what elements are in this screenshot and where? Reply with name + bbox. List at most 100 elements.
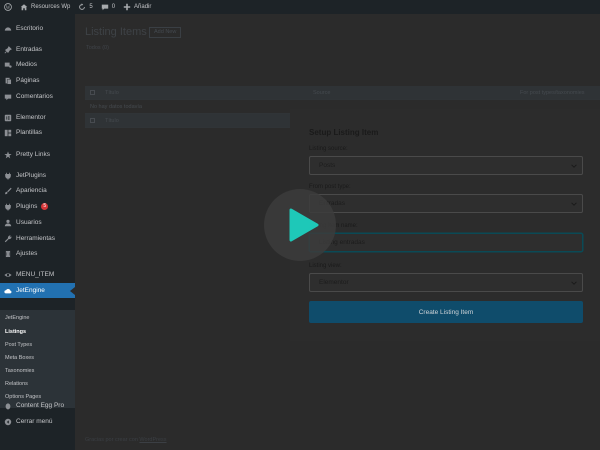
menu-item-entradas[interactable]: Entradas: [0, 42, 75, 57]
pin-icon: [4, 45, 12, 54]
menu-item-usuarios[interactable]: Usuarios: [0, 215, 75, 230]
listing-view-value: Elementor: [319, 279, 349, 286]
comment-icon: [4, 93, 12, 101]
menu-label: Herramientas: [16, 235, 56, 242]
brush-icon: [4, 187, 12, 195]
menu-label: JetPlugins: [16, 172, 46, 179]
egg-icon: [4, 402, 12, 410]
menu-label: Apariencia: [16, 187, 47, 194]
pages-icon: [4, 77, 12, 85]
new-content-link[interactable]: Añadir: [123, 3, 151, 11]
site-name-link[interactable]: Resources Wp: [20, 3, 70, 11]
create-listing-item-button[interactable]: Create Listing Item: [309, 301, 583, 323]
menu-item-herramientas[interactable]: Herramientas: [0, 231, 75, 246]
admin-footer: Gracias por crear con WordPress: [85, 437, 167, 443]
jetengine-submenu: JetEngine Listings Post Types Meta Boxes…: [0, 310, 75, 408]
column-source: Source: [313, 89, 331, 96]
submenu-item-listings[interactable]: Listings: [5, 329, 26, 335]
submenu-item-meta-boxes[interactable]: Meta Boxes: [5, 355, 34, 361]
submenu-item-taxonomies[interactable]: Taxonomies: [5, 368, 34, 374]
chevron-down-icon: [571, 281, 577, 285]
plug-icon: [4, 172, 12, 180]
wordpress-icon: W: [4, 3, 12, 11]
menu-item-jetengine[interactable]: JetEngine: [0, 283, 75, 298]
menu-item-pretty-links[interactable]: Pretty Links: [0, 147, 75, 162]
menu-item-comentarios[interactable]: Comentarios: [0, 89, 75, 104]
chevron-down-icon: [571, 164, 577, 168]
menu-item-escritorio[interactable]: Escritorio: [0, 21, 75, 36]
menu-item-apariencia[interactable]: Apariencia: [0, 183, 75, 198]
menu-label: JetEngine: [16, 287, 45, 294]
submenu-item-relations[interactable]: Relations: [5, 381, 28, 387]
menu-item-medios[interactable]: Medios: [0, 57, 75, 72]
wordpress-logo[interactable]: W: [4, 3, 12, 11]
menu-item-content-egg-pro[interactable]: Content Egg Pro: [0, 398, 75, 413]
wordpress-link[interactable]: WordPress: [139, 437, 166, 443]
collapse-menu-button[interactable]: Cerrar menú: [0, 414, 75, 429]
menu-label: Usuarios: [16, 219, 42, 226]
post-type-label: From post type:: [309, 184, 351, 190]
column-title-footer[interactable]: Título: [105, 118, 119, 124]
comments-count: 0: [111, 4, 116, 10]
home-icon: [20, 4, 28, 11]
menu-label: Medios: [16, 61, 37, 68]
column-context: For post types/taxonomies: [520, 89, 585, 96]
post-type-select[interactable]: Entradas: [309, 194, 583, 213]
settings-icon: [4, 250, 12, 258]
page-title: Listing Items: [85, 26, 147, 38]
menu-label: MENU_ITEM: [16, 271, 55, 278]
star-icon: [4, 150, 12, 159]
listing-name-input[interactable]: Listing entradas: [309, 233, 583, 252]
filter-all-link[interactable]: Todos (0): [86, 45, 109, 51]
menu-label: Content Egg Pro: [16, 402, 65, 409]
svg-text:W: W: [6, 6, 11, 11]
menu-item-menu-item[interactable]: MENU_ITEM: [0, 267, 75, 282]
plus-icon: [123, 3, 131, 11]
table-header-row: Título Source For post types/taxonomies: [85, 86, 600, 100]
menu-label: Plantillas: [16, 129, 43, 136]
new-label: Añadir: [134, 4, 152, 10]
menu-label: Entradas: [16, 46, 43, 53]
listing-view-label: Listing view:: [309, 263, 342, 269]
menu-item-paginas[interactable]: Páginas: [0, 73, 75, 88]
menu-label: Plugins: [16, 203, 38, 210]
menu-item-ajustes[interactable]: Ajustes: [0, 246, 75, 261]
admin-bar: W Resources Wp 5 0 Añadir: [0, 0, 600, 14]
wrench-icon: [4, 235, 12, 243]
updates-count: 5: [89, 4, 93, 10]
modal-title: Setup Listing Item: [309, 128, 379, 137]
listing-view-select[interactable]: Elementor: [309, 273, 583, 292]
column-title[interactable]: Título: [105, 90, 119, 96]
footer-text: Gracias por crear con: [85, 437, 140, 443]
add-new-button[interactable]: Add New: [149, 27, 182, 38]
menu-item-plantillas[interactable]: Plantillas: [0, 125, 75, 140]
submenu-item-jetengine[interactable]: JetEngine: [5, 315, 29, 321]
comment-bubble-icon: [101, 4, 108, 11]
menu-label: Elementor: [16, 114, 46, 121]
listing-source-select[interactable]: Posts: [309, 156, 583, 175]
templates-icon: [4, 129, 12, 137]
video-play-button[interactable]: [264, 189, 336, 261]
updates-link[interactable]: 5: [78, 3, 93, 11]
plugins-update-badge: 5: [41, 203, 49, 210]
select-all-checkbox-footer[interactable]: [90, 118, 95, 123]
menu-item-plugins[interactable]: Plugins 5: [0, 199, 75, 214]
select-all-checkbox[interactable]: [90, 90, 95, 95]
dashboard-icon: [4, 25, 12, 33]
play-icon: [289, 208, 319, 242]
user-icon: [4, 219, 12, 227]
comments-link[interactable]: 0: [101, 3, 115, 11]
submenu-item-post-types[interactable]: Post Types: [5, 342, 32, 348]
elementor-icon: [4, 114, 12, 122]
menu-label: Escritorio: [16, 25, 44, 32]
menu-item-elementor[interactable]: Elementor: [0, 110, 75, 125]
setup-listing-modal: Setup Listing Item Listing source: Posts…: [290, 109, 600, 341]
menu-item-jetplugins[interactable]: JetPlugins: [0, 168, 75, 183]
menu-label: Ajustes: [16, 250, 38, 257]
admin-sidebar: Escritorio Entradas Medios Páginas Comen…: [0, 14, 75, 450]
chevron-down-icon: [571, 202, 577, 206]
cloud-icon: [4, 287, 12, 295]
menu-label: Pretty Links: [16, 151, 50, 158]
refresh-icon: [79, 3, 86, 10]
collapse-icon: [4, 418, 12, 426]
